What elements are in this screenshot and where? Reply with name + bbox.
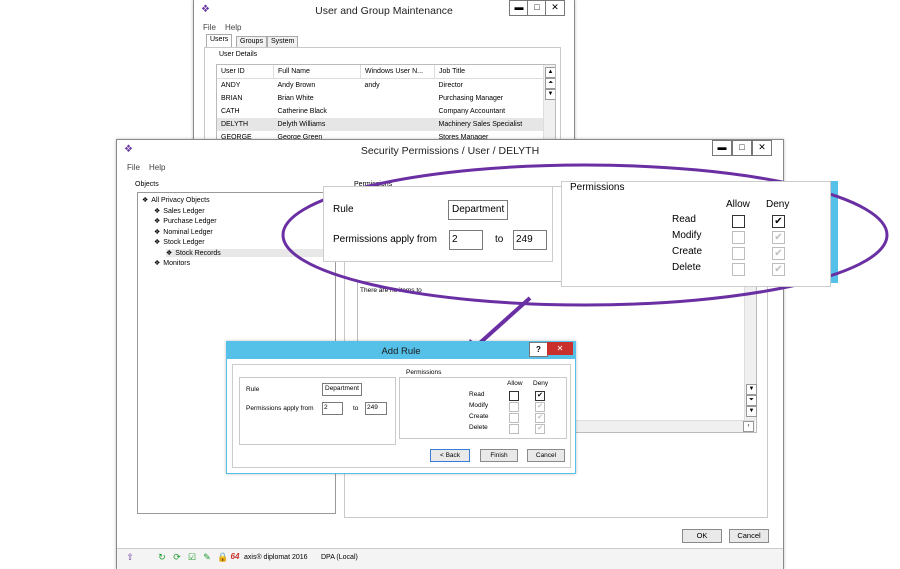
deny-modify-checkbox[interactable]: ✔ xyxy=(535,402,545,412)
allow-modify-checkbox[interactable] xyxy=(509,402,519,412)
close-button[interactable]: ✕ xyxy=(547,342,573,355)
deny-read-checkbox[interactable]: ✔ xyxy=(772,215,785,228)
deny-create-checkbox[interactable]: ✔ xyxy=(535,413,545,423)
permission-modify-label: Modify xyxy=(469,402,489,409)
rule-field[interactable]: Department xyxy=(322,383,362,396)
deny-create-checkbox[interactable]: ✔ xyxy=(772,247,785,260)
permissions-label: Permissions xyxy=(405,369,443,376)
allow-header: Allow xyxy=(507,380,523,387)
deny-delete-checkbox[interactable]: ✔ xyxy=(535,424,545,434)
permission-create-label: Create xyxy=(469,413,489,420)
allow-create-checkbox[interactable] xyxy=(509,413,519,423)
add-rule-dialog: Add Rule ? ✕ Rule Department Permissions… xyxy=(226,341,576,474)
permission-delete-label: Delete xyxy=(469,424,488,431)
deny-modify-checkbox[interactable]: ✔ xyxy=(772,231,785,244)
dialog-body: Rule Department Permissions apply from 2… xyxy=(232,364,571,468)
zoom-panel-rule: Rule Department Permissions apply from 2… xyxy=(323,186,553,262)
cancel-button[interactable]: Cancel xyxy=(527,449,565,462)
permission-read-label: Read xyxy=(672,214,696,225)
permission-create-label: Create xyxy=(672,246,703,257)
help-button[interactable]: ? xyxy=(529,342,548,357)
zoom-panel-permissions: Permissions Allow Deny Read ✔ Modify ✔ Creat… xyxy=(561,181,831,287)
finish-button[interactable]: Finish xyxy=(480,449,518,462)
to-label: to xyxy=(495,234,504,245)
apply-from-label: Permissions apply from xyxy=(246,405,314,412)
from-field[interactable]: 2 xyxy=(449,230,483,250)
allow-delete-checkbox[interactable] xyxy=(509,424,519,434)
allow-header: Allow xyxy=(726,199,750,210)
rule-label: Rule xyxy=(246,386,260,393)
apply-from-label: Permissions apply from xyxy=(333,234,437,245)
allow-create-checkbox[interactable] xyxy=(732,247,745,260)
rule-label: Rule xyxy=(333,204,354,215)
allow-read-checkbox[interactable] xyxy=(732,215,745,228)
to-field[interactable]: 249 xyxy=(513,230,547,250)
dialog-title: Add Rule xyxy=(381,346,421,357)
deny-delete-checkbox[interactable]: ✔ xyxy=(772,263,785,276)
deny-header: Deny xyxy=(766,199,790,210)
permission-read-label: Read xyxy=(469,391,485,398)
permission-modify-label: Modify xyxy=(672,230,702,241)
permissions-label: Permissions xyxy=(570,182,625,193)
deny-header: Deny xyxy=(533,380,549,387)
from-field[interactable]: 2 xyxy=(322,402,343,415)
deny-read-checkbox[interactable]: ✔ xyxy=(535,391,545,401)
to-label: to xyxy=(353,405,359,412)
back-button[interactable]: < Back xyxy=(430,449,470,462)
to-field[interactable]: 249 xyxy=(365,402,387,415)
allow-read-checkbox[interactable] xyxy=(509,391,519,401)
permission-delete-label: Delete xyxy=(672,262,701,273)
rule-field[interactable]: Department xyxy=(448,200,509,220)
allow-delete-checkbox[interactable] xyxy=(732,263,745,276)
allow-modify-checkbox[interactable] xyxy=(732,231,745,244)
